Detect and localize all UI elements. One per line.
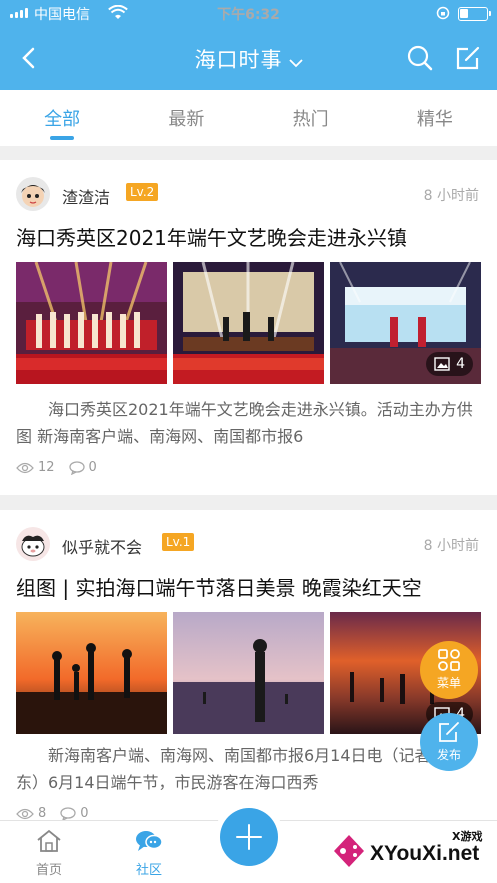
tab-latest[interactable]: 最新 [124, 90, 248, 146]
category-tabs: 全部 最新 热门 精华 [0, 90, 497, 146]
watermark-text: XYouXi.net [370, 842, 480, 865]
eye-icon [16, 808, 34, 819]
post-images: 4 [16, 262, 481, 384]
site-watermark: X游戏 XYouXi.net [330, 828, 490, 876]
compose-button[interactable] [454, 44, 482, 72]
publish-fab[interactable]: 发布 [420, 713, 478, 771]
gallery-icon [434, 357, 450, 371]
level-badge: Lv.1 [162, 533, 195, 551]
post-images: 4 [16, 612, 481, 734]
bottom-nav-community-label: 社区 [135, 863, 162, 878]
post-time: 8 小时前 [423, 538, 479, 554]
post-image[interactable] [16, 262, 167, 384]
post-image[interactable]: 4 [330, 262, 481, 384]
comment-icon [60, 806, 76, 821]
rotation-lock-icon [436, 6, 450, 24]
level-badge: Lv.2 [126, 183, 159, 201]
post-image[interactable] [16, 612, 167, 734]
edit-icon [439, 722, 459, 742]
comment-icon [68, 460, 85, 475]
tab-all[interactable]: 全部 [0, 90, 124, 146]
status-bar: 中国电信 下午6:32 [0, 0, 497, 28]
comment-count[interactable]: 0 [60, 806, 89, 821]
gamepad-logo-icon [334, 835, 364, 867]
clock: 下午6:32 [217, 7, 280, 23]
top-bar: 中国电信 下午6:32 海口时事 [0, 0, 497, 90]
comment-count[interactable]: 0 [68, 460, 97, 475]
post-stats: 12 0 [16, 460, 97, 475]
post-title[interactable]: 海口秀英区2021年端午文艺晚会走进永兴镇 [16, 222, 407, 251]
avatar[interactable] [16, 177, 50, 211]
bottom-nav-community[interactable]: 社区 [119, 829, 179, 878]
post-card[interactable]: 渣渣洁 Lv.2 8 小时前 海口秀英区2021年端午文艺晚会走进永兴镇 4 海… [0, 160, 497, 495]
chat-bubbles-icon [136, 831, 163, 851]
tab-hot[interactable]: 热门 [249, 90, 373, 146]
home-icon [37, 829, 61, 852]
image-count-badge: 4 [426, 352, 473, 376]
menu-fab-label: 菜单 [436, 676, 461, 690]
create-post-button[interactable] [220, 808, 278, 866]
grid-icon [438, 649, 460, 671]
post-image[interactable] [173, 262, 324, 384]
tab-featured[interactable]: 精华 [373, 90, 497, 146]
post-excerpt[interactable]: 新海南客户端、南海网、南国都市报6月14日电（记者 陈卫东）6月14日端午节，市… [16, 742, 482, 796]
eye-icon [16, 462, 34, 473]
post-stats: 8 0 [16, 806, 89, 821]
search-button[interactable] [406, 44, 434, 72]
chevron-down-icon [288, 49, 303, 73]
view-count: 8 [16, 806, 46, 821]
post-excerpt[interactable]: 海口秀英区2021年端午文艺晚会走进永兴镇。活动主办方供图 新海南客户端、南海网… [16, 396, 482, 450]
menu-fab[interactable]: 菜单 [420, 641, 478, 699]
bottom-nav-home-label: 首页 [35, 863, 62, 878]
username[interactable]: 似乎就不会 [62, 534, 142, 558]
bottom-nav-home[interactable]: 首页 [19, 829, 79, 878]
battery-icon [458, 7, 491, 21]
username[interactable]: 渣渣洁 [62, 184, 110, 208]
page-title: 海口时事 [194, 48, 283, 72]
image-count: 4 [456, 356, 465, 372]
post-image[interactable] [173, 612, 324, 734]
avatar[interactable] [16, 527, 50, 561]
post-time: 8 小时前 [423, 188, 479, 204]
view-count: 12 [16, 460, 55, 475]
post-title[interactable]: 组图 | 实拍海口端午节落日美景 晚霞染红天空 [16, 572, 422, 601]
publish-fab-label: 发布 [436, 748, 461, 762]
